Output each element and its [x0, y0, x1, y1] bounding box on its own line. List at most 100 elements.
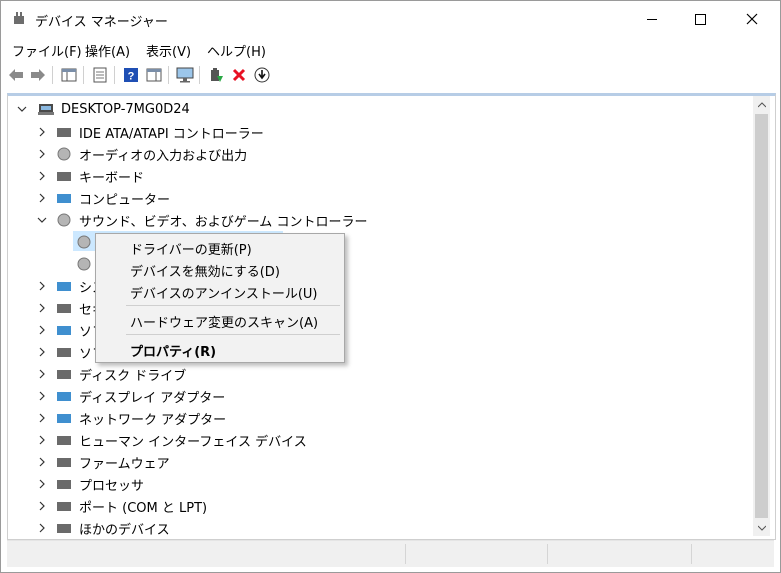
- scroll-thumb[interactable]: [755, 114, 768, 518]
- processor-icon: [57, 480, 71, 489]
- tree-item-label: コンピューター: [79, 192, 171, 208]
- chevron-right-icon[interactable]: [37, 171, 47, 181]
- chevron-right-icon[interactable]: [37, 127, 47, 137]
- toolbar-separator: [83, 66, 84, 84]
- status-bar: [7, 540, 774, 567]
- properties-toolbar-button[interactable]: [90, 65, 110, 85]
- tree-item-display-adapters[interactable]: ディスプレイ アダプター: [37, 385, 225, 407]
- tree-item-ports[interactable]: ポート (COM と LPT): [37, 495, 207, 517]
- context-menu: ドライバーの更新(P) デバイスを無効にする(D) デバイスのアンインストール(…: [95, 233, 345, 363]
- tree-item-label: ヒューマン インターフェイス デバイス: [79, 434, 307, 450]
- update-driver-icon: [211, 68, 223, 82]
- uninstall-toolbar-button[interactable]: [229, 65, 249, 85]
- keyboard-icon: [57, 172, 71, 181]
- software-device-icon: [57, 348, 71, 357]
- chevron-right-icon[interactable]: [37, 501, 47, 511]
- chevron-right-icon[interactable]: [37, 435, 47, 445]
- vertical-scrollbar[interactable]: [753, 96, 770, 536]
- audio-io-icon: [57, 147, 71, 161]
- properties-sheet-icon: [93, 67, 107, 83]
- tree-item-sound-video-game-controllers[interactable]: サウンド、ビデオ、およびゲーム コントローラー: [37, 209, 367, 231]
- tree-item-disk-drives[interactable]: ディスク ドライブ: [37, 363, 186, 385]
- ide-controller-icon: [57, 128, 71, 137]
- toolbar: ?: [1, 62, 780, 90]
- chevron-right-icon[interactable]: [37, 369, 47, 379]
- title-bar: デバイス マネージャー: [1, 1, 780, 37]
- scroll-up-button[interactable]: [753, 96, 770, 113]
- close-icon: [746, 13, 758, 25]
- action-pane-icon: [146, 68, 162, 82]
- chevron-right-icon[interactable]: [37, 303, 47, 313]
- chevron-right-icon[interactable]: [37, 193, 47, 203]
- network-adapter-icon: [57, 414, 71, 423]
- help-icon: ?: [124, 68, 138, 83]
- toolbar-separator: [168, 66, 169, 84]
- menu-view[interactable]: 表示(V): [146, 41, 191, 60]
- download-toolbar-button[interactable]: [252, 65, 272, 85]
- sound-video-game-icon: [57, 213, 71, 227]
- forward-button[interactable]: [28, 65, 48, 85]
- tree-item-label: サウンド、ビデオ、およびゲーム コントローラー: [79, 214, 368, 230]
- scroll-down-button[interactable]: [753, 519, 770, 536]
- toolbar-separator: [114, 66, 115, 84]
- tree-item-network-adapters[interactable]: ネットワーク アダプター: [37, 407, 226, 429]
- ctx-uninstall-device[interactable]: デバイスのアンインストール(U): [96, 280, 344, 302]
- chevron-down-icon: [757, 525, 766, 531]
- tree-item-keyboards[interactable]: キーボード: [37, 165, 144, 187]
- update-driver-toolbar-button[interactable]: [206, 65, 226, 85]
- monitor-toolbar-button[interactable]: [175, 65, 195, 85]
- tree-item-audio-inputs-outputs[interactable]: オーディオの入力および出力: [37, 143, 247, 165]
- ctx-properties[interactable]: プロパティ(R): [96, 338, 344, 360]
- tree-item-label: オーディオの入力および出力: [79, 148, 248, 164]
- tree-item-label: ディスプレイ アダプター: [79, 390, 226, 406]
- chevron-right-icon[interactable]: [37, 457, 47, 467]
- help-toolbar-button[interactable]: ?: [121, 65, 141, 85]
- tree-item-label: ほかのデバイス: [79, 522, 170, 538]
- menu-help[interactable]: ヘルプ(H): [207, 41, 266, 60]
- close-button[interactable]: [729, 1, 775, 37]
- system-device-icon: [57, 282, 71, 291]
- tree-item-human-interface-devices[interactable]: ヒューマン インターフェイス デバイス: [37, 429, 307, 451]
- show-hide-console-tree-button[interactable]: [59, 65, 79, 85]
- ctx-update-driver[interactable]: ドライバーの更新(P): [96, 236, 344, 258]
- chevron-right-icon[interactable]: [37, 479, 47, 489]
- tree-item-other-devices[interactable]: ほかのデバイス: [37, 517, 170, 539]
- ctx-disable-device[interactable]: デバイスを無効にする(D): [96, 258, 344, 280]
- delete-x-icon: [232, 68, 246, 82]
- chevron-right-icon[interactable]: [37, 281, 47, 291]
- menu-action[interactable]: 操作(A): [85, 41, 130, 60]
- tree-item-label: キーボード: [79, 170, 145, 186]
- tree-item-label: IDE ATA/ATAPI コントローラー: [79, 126, 264, 142]
- chevron-right-icon[interactable]: [37, 347, 47, 357]
- tree-item-firmware[interactable]: ファームウェア: [37, 451, 170, 473]
- ctx-scan-hardware[interactable]: ハードウェア変更のスキャン(A): [96, 309, 344, 331]
- status-divider: [405, 544, 406, 564]
- chevron-right-icon[interactable]: [37, 325, 47, 335]
- tree-item-label: ファームウェア: [79, 456, 170, 472]
- audio-device-icon: [77, 235, 91, 249]
- chevron-right-icon[interactable]: [37, 391, 47, 401]
- menu-file[interactable]: ファイル(F): [12, 41, 82, 60]
- toolbar-separator: [199, 66, 200, 84]
- tree-item-computer[interactable]: コンピューター: [37, 187, 170, 209]
- chevron-up-icon: [757, 101, 766, 107]
- chevron-right-icon[interactable]: [37, 413, 47, 423]
- minimize-button[interactable]: [629, 1, 675, 37]
- maximize-button[interactable]: [677, 1, 723, 37]
- chevron-down-icon[interactable]: [37, 215, 47, 225]
- tree-item-ide-controllers[interactable]: IDE ATA/ATAPI コントローラー: [37, 121, 264, 143]
- chevron-right-icon[interactable]: [37, 149, 47, 159]
- tree-item-label: ディスク ドライブ: [79, 368, 187, 384]
- tree-item-label: ネットワーク アダプター: [79, 412, 227, 428]
- tree-root-row[interactable]: DESKTOP-7MG0D24: [17, 98, 190, 120]
- chevron-down-icon: [17, 106, 27, 112]
- window-title: デバイス マネージャー: [35, 15, 168, 30]
- port-icon: [57, 502, 71, 511]
- tree-item-processors[interactable]: プロセッサ: [37, 473, 144, 495]
- action-pane-button[interactable]: [144, 65, 164, 85]
- ctx-separator: [126, 334, 340, 335]
- chevron-right-icon[interactable]: [37, 523, 47, 533]
- download-circle-icon: [254, 67, 270, 83]
- back-button[interactable]: [6, 65, 26, 85]
- hid-device-icon: [57, 436, 71, 445]
